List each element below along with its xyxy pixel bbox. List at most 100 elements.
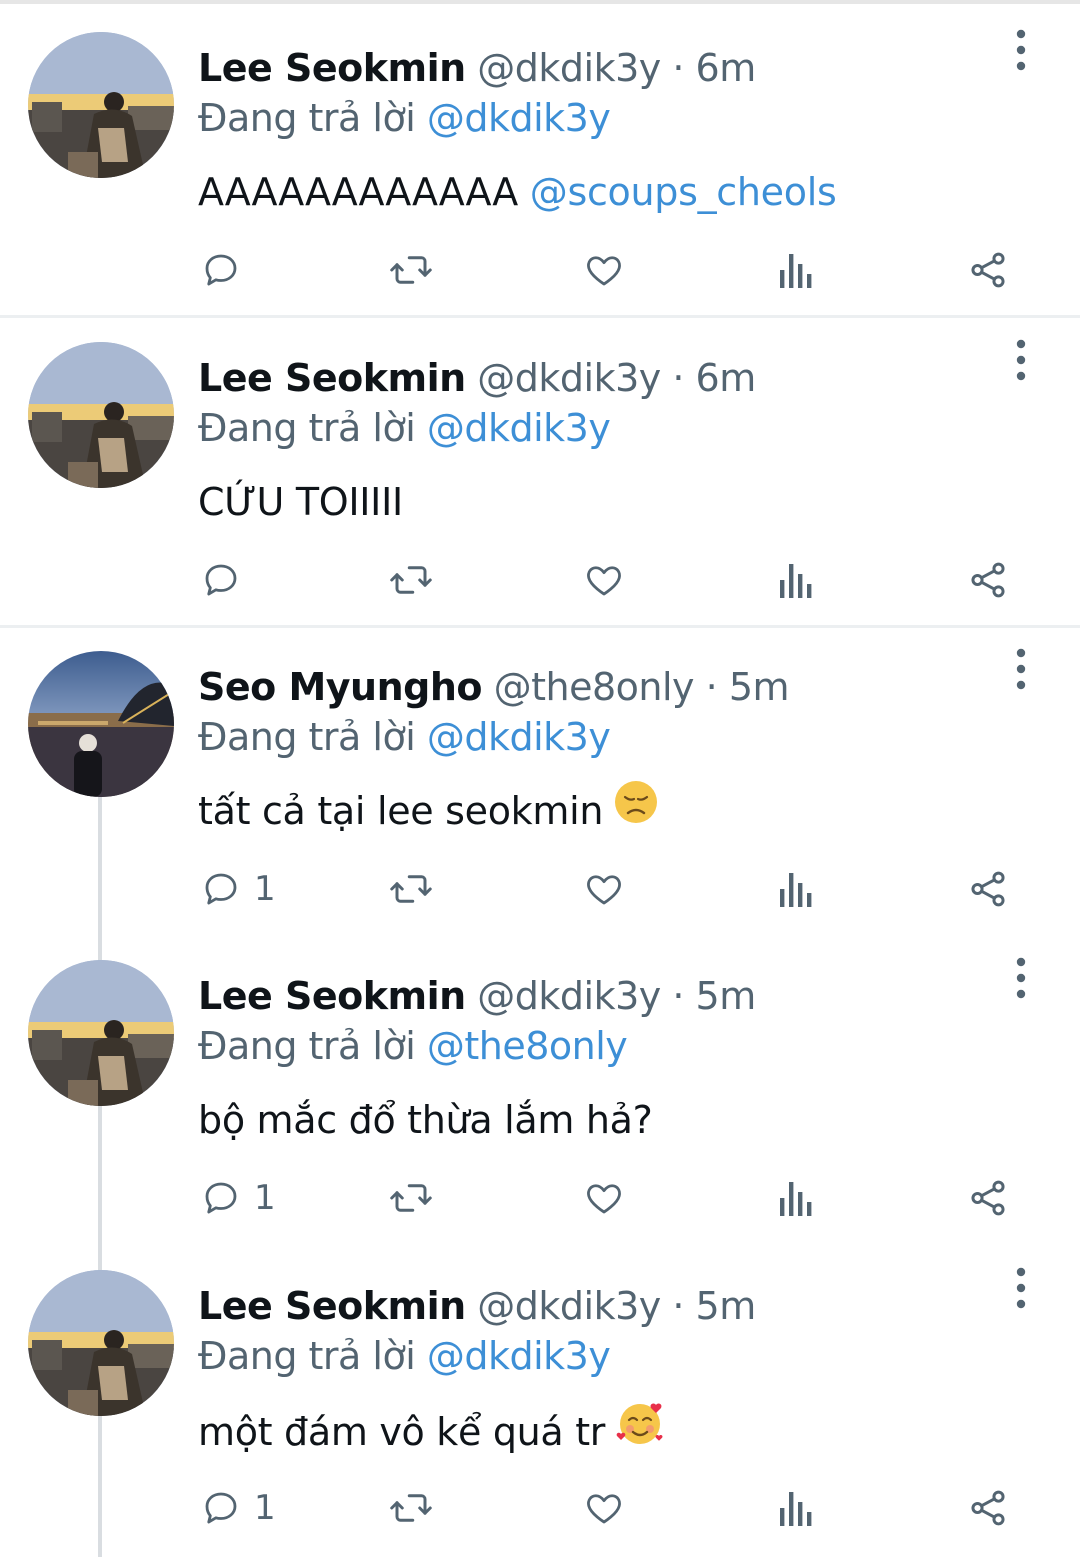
retweet-button[interactable] [387, 859, 435, 919]
replying-to: Đang trả lời @dkdik3y [198, 90, 611, 146]
more-icon[interactable] [1004, 643, 1038, 703]
retweet-button[interactable] [387, 550, 435, 610]
avatar[interactable] [28, 651, 174, 797]
share-icon [966, 1487, 1010, 1529]
timestamp[interactable]: 6m [696, 356, 757, 400]
retweet-button[interactable] [387, 240, 435, 300]
tweet-header: Lee Seokmin @dkdik3y · 6m [198, 350, 756, 406]
replying-to-mention[interactable]: @dkdik3y [427, 715, 611, 759]
like-button[interactable] [582, 240, 626, 300]
tweet-divider [0, 315, 1080, 318]
separator-dot: · [672, 356, 684, 400]
author-name[interactable]: Lee Seokmin [198, 356, 466, 400]
share-button[interactable] [966, 240, 1010, 300]
separator-dot: · [672, 46, 684, 90]
retweet-button[interactable] [387, 1168, 435, 1228]
tweet-text-content: tất cả tại lee seokmin [198, 789, 604, 833]
avatar[interactable] [28, 1270, 174, 1416]
separator-dot: · [672, 1284, 684, 1328]
replying-to-mention[interactable]: @dkdik3y [427, 1334, 611, 1378]
reply-icon [200, 1487, 242, 1529]
reply-button[interactable]: 1 [200, 859, 276, 919]
tweet-header: Lee Seokmin @dkdik3y · 5m [198, 1278, 756, 1334]
share-button[interactable] [966, 859, 1010, 919]
share-button[interactable] [966, 1478, 1010, 1538]
share-icon [966, 1177, 1010, 1219]
avatar[interactable] [28, 960, 174, 1106]
reply-count: 1 [254, 1488, 276, 1528]
more-icon[interactable] [1004, 334, 1038, 394]
share-button[interactable] [966, 1168, 1010, 1228]
analytics-icon [778, 1178, 814, 1218]
author-handle[interactable]: @the8only [494, 665, 695, 709]
timestamp[interactable]: 5m [696, 1284, 757, 1328]
retweet-button[interactable] [387, 1478, 435, 1538]
author-name[interactable]: Seo Myungho [198, 665, 483, 709]
author-name[interactable]: Lee Seokmin [198, 1284, 466, 1328]
replying-to-mention[interactable]: @the8only [427, 1024, 628, 1068]
tweet-header: Seo Myungho @the8only · 5m [198, 659, 790, 715]
author-name[interactable]: Lee Seokmin [198, 46, 466, 90]
tweet-actions [0, 240, 1080, 300]
separator-dot: · [705, 665, 718, 709]
analytics-button[interactable] [778, 859, 814, 919]
tweet-divider [0, 625, 1080, 628]
smiling-face-with-hearts-emoji [615, 1398, 665, 1463]
like-icon [582, 1177, 626, 1219]
replying-to-label: Đang trả lời [198, 1334, 416, 1378]
like-button[interactable] [582, 1478, 626, 1538]
reply-icon [200, 249, 242, 291]
retweet-icon [387, 559, 435, 601]
analytics-button[interactable] [778, 1168, 814, 1228]
reply-icon [200, 868, 242, 910]
like-button[interactable] [582, 1168, 626, 1228]
top-border [0, 0, 1080, 4]
author-handle[interactable]: @dkdik3y [477, 46, 661, 90]
avatar[interactable] [28, 342, 174, 488]
more-icon[interactable] [1004, 1262, 1038, 1322]
author-handle[interactable]: @dkdik3y [477, 356, 661, 400]
reply-icon [200, 559, 242, 601]
like-button[interactable] [582, 550, 626, 610]
reply-button[interactable] [200, 550, 254, 610]
replying-to-label: Đang trả lời [198, 1024, 416, 1068]
more-icon[interactable] [1004, 952, 1038, 1012]
reply-button[interactable]: 1 [200, 1168, 276, 1228]
avatar[interactable] [28, 32, 174, 178]
timestamp[interactable]: 5m [729, 665, 790, 709]
more-icon[interactable] [1004, 24, 1038, 84]
reply-button[interactable]: 1 [200, 1478, 276, 1538]
share-button[interactable] [966, 550, 1010, 610]
tweet-actions: 1 [0, 1168, 1080, 1228]
replying-to: Đang trả lời @dkdik3y [198, 400, 611, 456]
replying-to-mention[interactable]: @dkdik3y [427, 406, 611, 450]
author-handle[interactable]: @dkdik3y [477, 974, 661, 1018]
like-button[interactable] [582, 859, 626, 919]
reply-button[interactable] [200, 240, 254, 300]
tweet-actions: 1 [0, 859, 1080, 919]
author-name[interactable]: Lee Seokmin [198, 974, 466, 1018]
reply-count: 1 [254, 869, 276, 909]
analytics-button[interactable] [778, 1478, 814, 1538]
like-icon [582, 868, 626, 910]
retweet-icon [387, 1487, 435, 1529]
timestamp[interactable]: 5m [696, 974, 757, 1018]
replying-to-label: Đang trả lời [198, 96, 416, 140]
disappointed-face-emoji [613, 779, 659, 840]
retweet-icon [387, 249, 435, 291]
share-icon [966, 559, 1010, 601]
timestamp[interactable]: 6m [696, 46, 757, 90]
like-icon [582, 1487, 626, 1529]
tweet-actions: 1 [0, 1478, 1080, 1538]
analytics-button[interactable] [778, 550, 814, 610]
tweet-text: tất cả tại lee seokmin [198, 781, 659, 839]
tweet-header: Lee Seokmin @dkdik3y · 5m [198, 968, 756, 1024]
reply-count: 1 [254, 1178, 276, 1218]
author-handle[interactable]: @dkdik3y [477, 1284, 661, 1328]
analytics-icon [778, 1488, 814, 1528]
tweet-text-mention[interactable]: @scoups_cheols [530, 170, 837, 214]
analytics-icon [778, 560, 814, 600]
analytics-button[interactable] [778, 240, 814, 300]
replying-to-mention[interactable]: @dkdik3y [427, 96, 611, 140]
tweet-text: CỨU TOIIIII [198, 474, 403, 530]
